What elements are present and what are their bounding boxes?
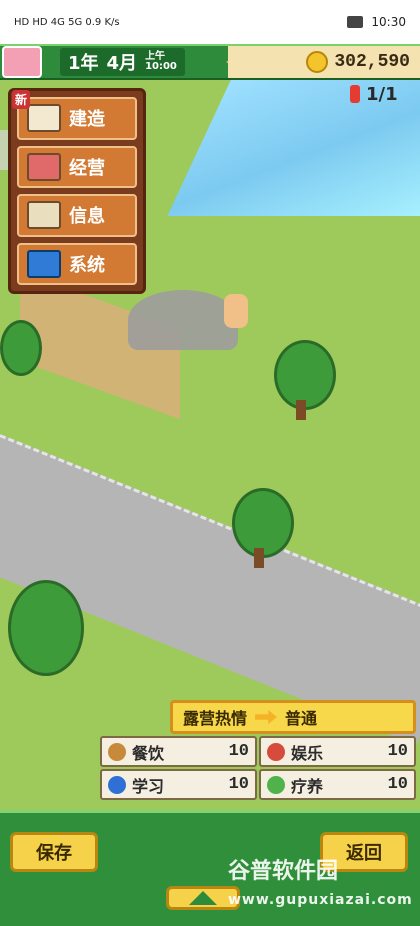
- tree-trunk: [254, 548, 264, 568]
- stat-study: 学习 10: [100, 769, 257, 800]
- stat-value: 10: [387, 775, 408, 794]
- stat-food: 餐饮 10: [100, 736, 257, 767]
- coin-icon: [306, 51, 329, 73]
- watermark-title: 谷普软件园: [228, 859, 339, 884]
- menu-item-system[interactable]: 系统: [17, 242, 137, 285]
- stat-fun: 娱乐 10: [259, 736, 416, 767]
- stat-label: 餐饮: [132, 743, 165, 763]
- camp-count: 1/1: [366, 83, 398, 105]
- money-value: 302,590: [334, 52, 410, 72]
- battery-icon: [347, 16, 364, 28]
- menu-item-manage[interactable]: 经营: [17, 145, 137, 188]
- shop-icon: [27, 152, 61, 181]
- sparkle-icon: [267, 775, 285, 794]
- menu-label-build: 建造: [69, 109, 105, 131]
- camp-counter: 1/1: [350, 82, 410, 106]
- menu-label-manage: 经营: [69, 157, 105, 179]
- book-icon: [108, 775, 126, 794]
- fever-value: 普通: [285, 709, 318, 728]
- tree: [0, 320, 42, 376]
- build-icon: [27, 104, 61, 133]
- money-display: 302,590: [228, 46, 420, 78]
- watermark: 谷普软件园 www.gupuxiazai.com: [228, 858, 418, 920]
- menu-label-info: 信息: [69, 206, 105, 228]
- stat-label: 疗养: [291, 776, 324, 796]
- save-button[interactable]: 保存: [10, 832, 98, 872]
- clock: 10:00: [145, 61, 177, 72]
- monitor-icon: [27, 249, 61, 278]
- stats-grid: 餐饮 10 娱乐 10 学习 10 疗养 10: [100, 736, 416, 800]
- stat-value: 10: [228, 742, 249, 761]
- arrow-right-icon: [255, 710, 278, 724]
- menu-item-info[interactable]: 信息: [17, 194, 137, 237]
- status-left: HD HD 4G 5G 0.9 K/s: [14, 17, 120, 28]
- status-right: 10:30: [347, 15, 406, 29]
- scroll-icon: [27, 201, 61, 230]
- stat-relax: 疗养 10: [259, 769, 416, 800]
- network-info: HD HD 4G 5G 0.9 K/s: [14, 16, 120, 28]
- month: 4月: [106, 53, 138, 74]
- camper-character[interactable]: [224, 294, 248, 328]
- system-status-bar: HD HD 4G 5G 0.9 K/s 10:30: [0, 0, 420, 44]
- cherry-blossom-icon: [2, 46, 42, 78]
- tent[interactable]: [128, 290, 238, 350]
- new-badge: 新: [12, 90, 31, 109]
- tree: [8, 580, 84, 676]
- fever-label: 露营热情: [183, 709, 248, 728]
- stat-label: 学习: [132, 776, 165, 796]
- watermark-url: www.gupuxiazai.com: [228, 892, 413, 908]
- main-menu: 建造 经营 信息 系统: [8, 88, 146, 294]
- time-stack: 上午 10:00: [145, 52, 177, 72]
- year: 1年: [68, 53, 99, 74]
- stat-value: 10: [228, 775, 249, 794]
- alert-icon: [350, 85, 360, 103]
- menu-label-system: 系统: [69, 254, 105, 276]
- food-icon: [108, 742, 126, 761]
- menu-item-build[interactable]: 建造: [17, 97, 137, 140]
- balloon-icon: [267, 742, 285, 761]
- tree-trunk: [296, 400, 306, 420]
- top-hud: 1年 4月 上午 10:00 302,590: [0, 44, 420, 80]
- stat-value: 10: [387, 742, 408, 761]
- chevron-up-icon: [189, 891, 217, 905]
- stat-label: 娱乐: [291, 743, 324, 763]
- clock-time: 10:30: [371, 15, 406, 29]
- date-display: 1年 4月 上午 10:00: [60, 48, 185, 76]
- camp-fever-bar: 露营热情 普通: [170, 700, 416, 734]
